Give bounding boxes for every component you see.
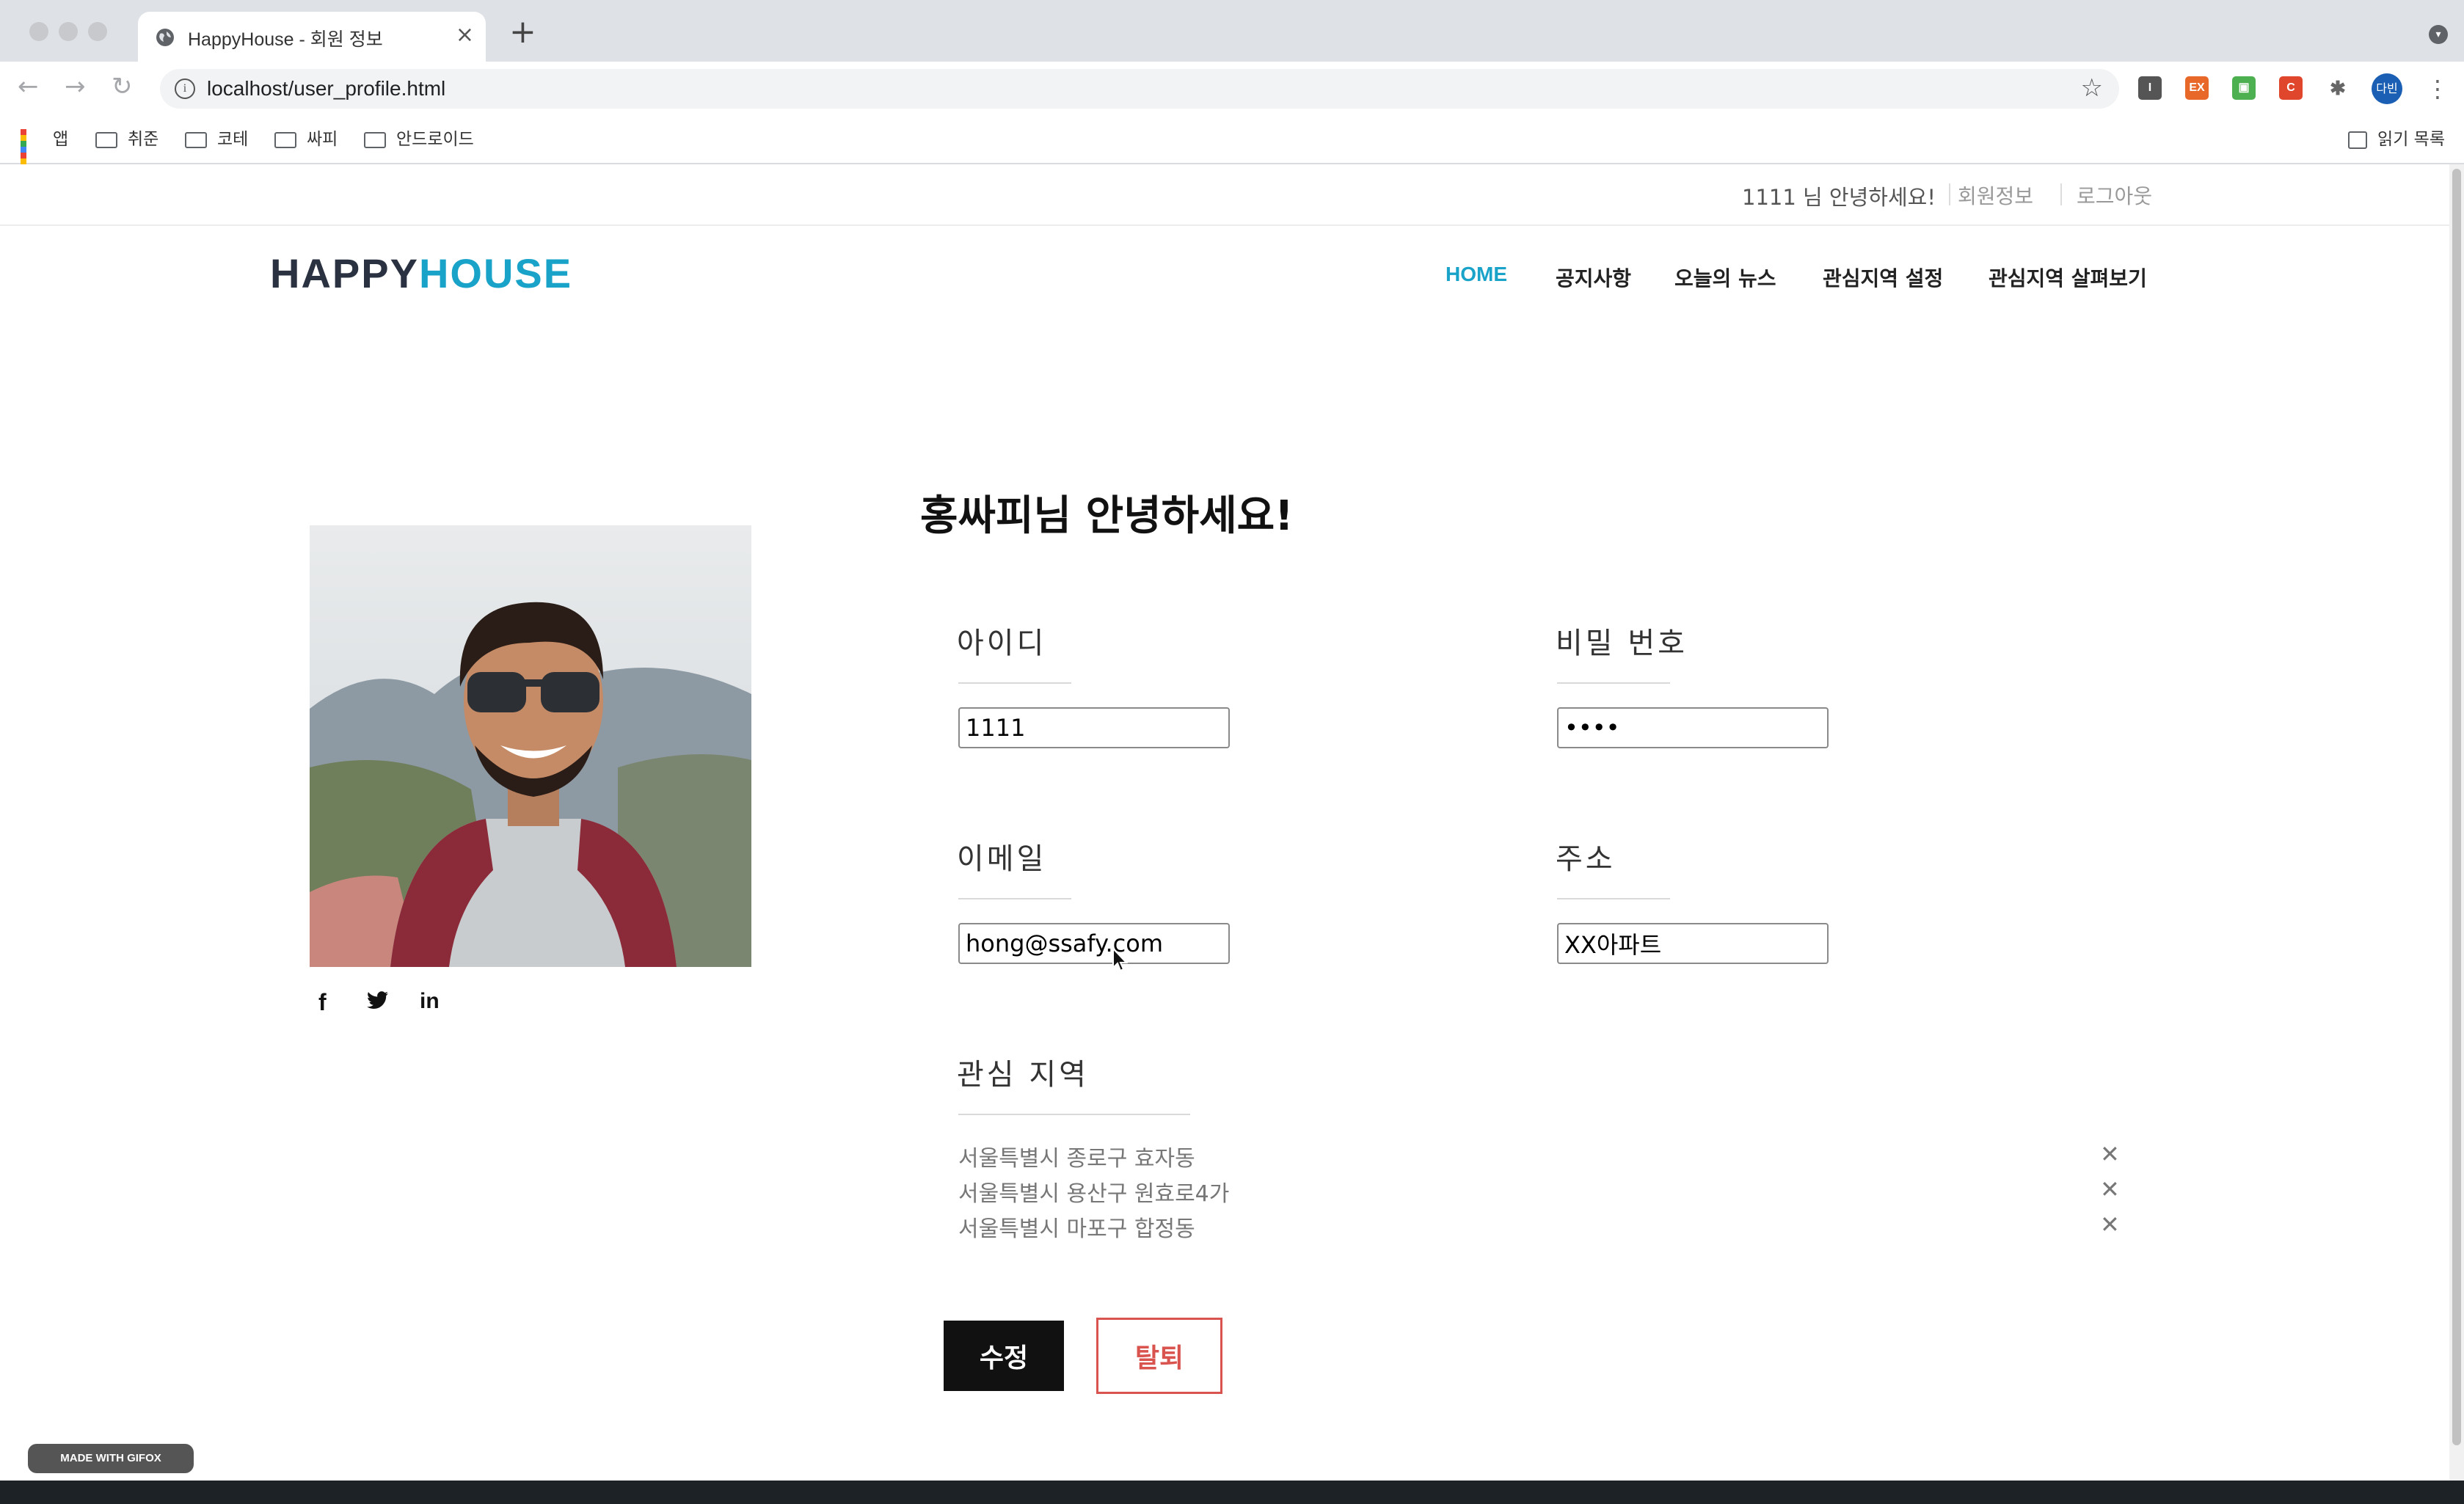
apps-grid-icon	[21, 128, 43, 182]
puzzle-extensions-icon[interactable]: ✱	[2326, 76, 2350, 100]
facebook-icon[interactable]: f	[318, 989, 327, 1016]
remove-region-icon[interactable]: ✕	[2100, 1211, 2120, 1238]
email-field[interactable]	[958, 923, 1230, 964]
reload-icon[interactable]: ↻	[112, 72, 133, 101]
remove-region-icon[interactable]: ✕	[2100, 1140, 2120, 1168]
bookmark-label: 앱	[53, 130, 69, 149]
globe-icon	[156, 29, 174, 46]
reading-list[interactable]: 읽기 목록	[2348, 125, 2445, 150]
window-minimize-dot[interactable]	[59, 22, 78, 41]
tab-close-icon[interactable]: ×	[456, 22, 474, 48]
browser-toolbar: ← → ↻ i localhost/user_profile.html ☆ I …	[0, 62, 2464, 116]
gifox-badge-text: MADE WITH GIFOX	[60, 1452, 161, 1464]
nav-home[interactable]: HOME	[1446, 263, 1507, 286]
logout-link[interactable]: 로그아웃	[2077, 180, 2152, 210]
gifox-badge: MADE WITH GIFOX	[28, 1444, 194, 1473]
interest-region-item: 서울특별시 용산구 원효로4가	[958, 1181, 1230, 1207]
reading-list-icon	[2348, 131, 2368, 149]
profile-avatar[interactable]: 다빈	[2372, 73, 2402, 104]
address-bar[interactable]: i localhost/user_profile.html ☆	[160, 69, 2119, 109]
back-icon[interactable]: ←	[18, 72, 39, 101]
bookmark-label: 코테	[217, 130, 249, 149]
bookmark-folder[interactable]: 안드로이드	[364, 125, 474, 150]
site-info-icon[interactable]: i	[175, 79, 195, 99]
extension-icon-2[interactable]: EX	[2185, 76, 2209, 100]
bookmark-folder[interactable]: 싸피	[274, 125, 338, 150]
divider	[2060, 183, 2062, 205]
folder-icon	[185, 131, 207, 148]
tab-search-icon[interactable]: ▾	[2429, 25, 2448, 44]
bookmark-folder[interactable]: 코테	[185, 125, 248, 150]
bookmark-star-icon[interactable]: ☆	[2081, 73, 2103, 103]
profile-photo	[310, 525, 751, 967]
folder-icon	[95, 131, 117, 148]
bookmarks-bar: 앱 취준 코테 싸피 안드로이드 읽기 목록	[0, 116, 2464, 182]
page-content: 1111 님 안녕하세요! 회원정보 로그아웃 HAPPYHOUSE HOME …	[0, 164, 2449, 1481]
browser-menu-icon[interactable]: ⋮	[2426, 75, 2449, 103]
address-label: 주소	[1556, 842, 1616, 876]
twitter-icon[interactable]	[367, 989, 389, 1016]
label-underline	[958, 898, 1071, 899]
password-label: 비밀 번호	[1556, 627, 1688, 660]
interest-regions-label: 관심 지역	[957, 1058, 1089, 1092]
extension-icon-1[interactable]: I	[2138, 76, 2162, 100]
folder-icon	[364, 131, 386, 148]
page-footer-strip	[0, 1481, 2464, 1504]
address-field[interactable]	[1557, 923, 1829, 964]
window-zoom-dot[interactable]	[88, 22, 107, 41]
linkedin-icon[interactable]: in	[420, 989, 440, 1014]
password-field[interactable]	[1557, 707, 1829, 748]
bookmark-apps[interactable]: 앱	[21, 125, 69, 182]
nav-notice[interactable]: 공지사항	[1556, 263, 1631, 292]
bookmark-label: 싸피	[307, 130, 338, 149]
label-underline	[958, 682, 1071, 684]
browser-tab-strip: HappyHouse - 회원 정보 × + ▾	[0, 0, 2464, 62]
id-label: 아이디	[957, 627, 1047, 660]
logo-part-house: HOUSE	[418, 250, 573, 296]
welcome-heading: 홍싸피님 안녕하세요!	[920, 492, 1294, 540]
extension-icon-4[interactable]: C	[2279, 76, 2303, 100]
reading-list-label: 읽기 목록	[2377, 130, 2445, 149]
new-tab-icon[interactable]: +	[509, 16, 536, 48]
happyhouse-logo[interactable]: HAPPYHOUSE	[270, 249, 572, 297]
user-greeting: 1111 님 안녕하세요!	[1742, 185, 1936, 210]
interest-region-item: 서울특별시 종로구 효자동	[958, 1146, 1195, 1172]
label-underline	[958, 1114, 1190, 1115]
folder-icon	[274, 131, 296, 148]
divider	[1949, 183, 1950, 205]
bookmark-folder[interactable]: 취준	[95, 125, 158, 150]
scrollbar-thumb[interactable]	[2452, 169, 2461, 1445]
nav-news[interactable]: 오늘의 뉴스	[1674, 263, 1776, 292]
bookmark-label: 안드로이드	[396, 130, 474, 149]
page-scrollbar[interactable]	[2449, 164, 2464, 1481]
interest-region-item: 서울특별시 마포구 합정동	[958, 1216, 1195, 1242]
browser-tab[interactable]: HappyHouse - 회원 정보 ×	[138, 12, 486, 62]
label-underline	[1557, 898, 1670, 899]
remove-region-icon[interactable]: ✕	[2100, 1175, 2120, 1203]
nav-interest-settings[interactable]: 관심지역 설정	[1823, 263, 1943, 292]
id-field[interactable]	[958, 707, 1230, 748]
label-underline	[1557, 682, 1670, 684]
extension-icon-3[interactable]: ▣	[2232, 76, 2256, 100]
edit-button[interactable]: 수정	[944, 1321, 1064, 1391]
top-utility-bar: 1111 님 안녕하세요! 회원정보 로그아웃	[0, 164, 2449, 226]
forward-icon[interactable]: →	[65, 72, 86, 101]
member-info-link[interactable]: 회원정보	[1958, 180, 2033, 210]
logo-part-happy: HAPPY	[270, 250, 419, 296]
tab-title: HappyHouse - 회원 정보	[188, 29, 383, 50]
nav-interest-browse[interactable]: 관심지역 살펴보기	[1989, 263, 2147, 292]
email-label: 이메일	[957, 842, 1047, 876]
withdraw-button[interactable]: 탈퇴	[1096, 1318, 1222, 1394]
mouse-cursor-icon	[1112, 948, 1129, 972]
url-text[interactable]: localhost/user_profile.html	[207, 77, 445, 101]
window-close-dot[interactable]	[29, 22, 48, 41]
bookmark-label: 취준	[128, 130, 159, 149]
